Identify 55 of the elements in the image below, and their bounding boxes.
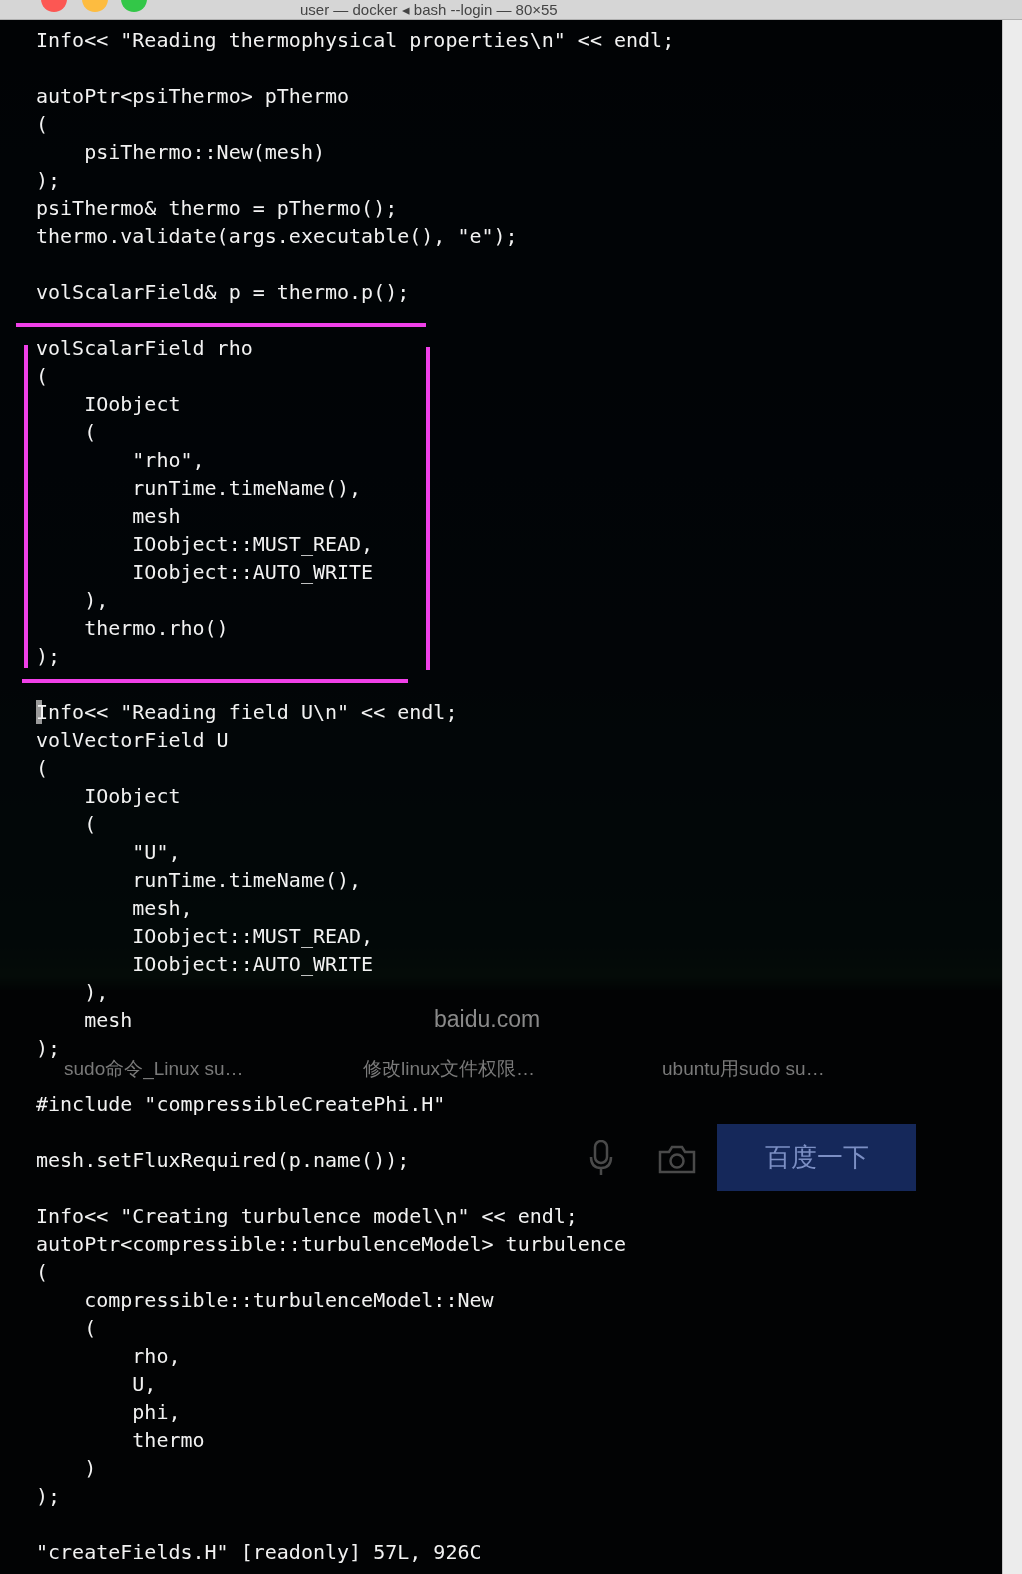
search-button[interactable]: 百度一下 [717, 1124, 916, 1191]
code-line: thermo.validate(args.executable(), "e"); [36, 224, 518, 248]
code-line: ( [36, 1260, 49, 1284]
browser-address: baidu.com [434, 1006, 541, 1033]
code-line: IOobject::AUTO_WRITE [131, 952, 374, 976]
code-line: IOobject [83, 392, 181, 416]
scrollbar[interactable] [1002, 20, 1022, 1574]
code-line: phi, [131, 1400, 181, 1424]
code-line: ( [83, 812, 97, 836]
code-line: psiThermo& thermo = pThermo(); [36, 196, 398, 220]
code-line: ), [83, 980, 109, 1004]
code-line: ( [83, 420, 97, 444]
browser-tab[interactable]: 修改linux文件权限… [363, 1056, 536, 1082]
code-line: thermo [131, 1428, 205, 1452]
code-line: ( [36, 756, 49, 780]
code-line: mesh, [131, 896, 193, 920]
code-line: mesh [131, 504, 181, 528]
code-line: mesh.setFluxRequired(p.name()); [36, 1148, 410, 1172]
code-line: rho, [131, 1344, 181, 1368]
code-line: runTime.timeName(), [131, 868, 362, 892]
code-line: "U", [131, 840, 181, 864]
code-line: volScalarField rho [36, 336, 253, 360]
browser-tab[interactable]: ubuntu用sudo su… [662, 1056, 825, 1082]
code-line: ); [36, 168, 61, 192]
code-line: volScalarField& p = thermo.p(); [36, 280, 410, 304]
code-line: psiThermo::New(mesh) [83, 140, 325, 164]
code-line: autoPtr<psiThermo> pThermo [36, 84, 350, 108]
camera-icon[interactable] [658, 1144, 696, 1174]
code-line: IOobject::AUTO_WRITE [131, 560, 374, 584]
code-line: #include "compressibleCreatePhi.H" [36, 1092, 446, 1116]
code-line: "rho", [131, 448, 205, 472]
code-line: ); [36, 644, 61, 668]
code-line: compressible::turbulenceModel::New [83, 1288, 494, 1312]
status-line: "createFields.H" [readonly] 57L, 926C [36, 1539, 483, 1566]
code-line: IOobject [83, 784, 181, 808]
window-title: user — docker ◂ bash --login — 80×55 [300, 0, 558, 19]
code-line: thermo.rho() [83, 616, 229, 640]
code-line: Info<< "Creating turbulence model\n" << endl; [36, 1204, 578, 1228]
code-line: ); [36, 1036, 61, 1060]
code-line: ), [83, 588, 109, 612]
code-line: ) [83, 1456, 97, 1480]
code-line: volVectorField U [36, 728, 229, 752]
code-line: Info<< "Reading thermophysical properties\n" << endl; [36, 28, 675, 52]
code-line: autoPtr<compressible::turbulenceModel> turbulence [36, 1232, 626, 1256]
code-line: ( [36, 364, 49, 388]
code-line: IOobject::MUST_READ, [131, 532, 374, 556]
code-line: ( [83, 1316, 97, 1340]
microphone-icon[interactable] [588, 1140, 614, 1176]
code-line: ( [36, 112, 49, 136]
code-line: ); [36, 1484, 61, 1508]
code-line: IOobject::MUST_READ, [131, 924, 374, 948]
browser-tab[interactable]: sudo命令_Linux su… [64, 1056, 244, 1082]
code-line: U, [131, 1372, 157, 1396]
code-line: mesh [83, 1008, 133, 1032]
code-line: runTime.timeName(), [131, 476, 362, 500]
